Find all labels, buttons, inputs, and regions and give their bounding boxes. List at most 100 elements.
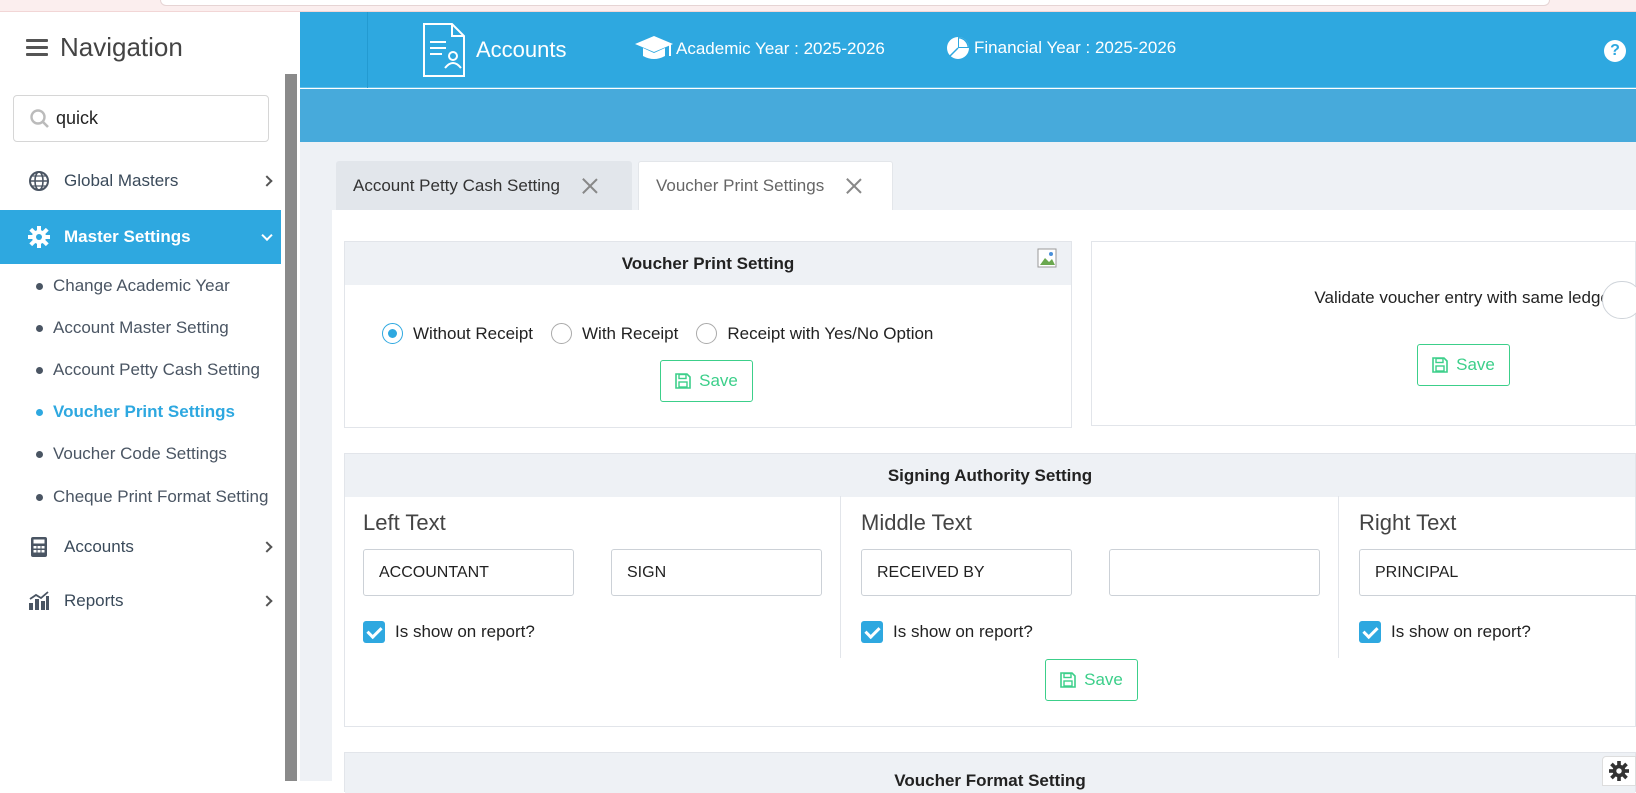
address-bar-edge	[160, 0, 1550, 6]
checkbox-label: Is show on report?	[395, 622, 535, 641]
radio-label: Without Receipt	[413, 323, 533, 343]
sidebar-scrollbar[interactable]	[285, 74, 297, 781]
card-title: Signing Authority Setting	[345, 454, 1635, 497]
column-divider	[1338, 496, 1339, 658]
document-user-icon	[423, 23, 465, 77]
search-icon	[30, 108, 49, 128]
submenu-cheque-print-format-setting[interactable]: Cheque Print Format Setting	[36, 487, 282, 507]
save-voucher-print-button[interactable]: Save	[660, 360, 753, 402]
radio-without-receipt[interactable]: Without Receipt	[382, 323, 533, 344]
submenu-label: Cheque Print Format Setting	[53, 487, 269, 506]
chevron-down-icon	[261, 229, 273, 242]
menu-label: Reports	[64, 591, 124, 610]
menu-label: Master Settings	[64, 227, 191, 246]
tab-label: Voucher Print Settings	[656, 176, 825, 195]
validate-question: Validate voucher entry with same ledger?	[1314, 288, 1625, 307]
header-divider	[367, 12, 368, 88]
calculator-icon	[28, 536, 50, 558]
gear-icon	[28, 226, 50, 248]
save-label: Save	[1084, 670, 1123, 689]
left-text-line1-input[interactable]	[363, 549, 574, 596]
checkbox-label: Is show on report?	[1391, 622, 1531, 641]
radio-label: Receipt with Yes/No Option	[727, 323, 934, 343]
submenu-label: Change Academic Year	[53, 276, 230, 295]
save-signing-button[interactable]: Save	[1045, 659, 1138, 701]
gear-icon	[1609, 761, 1629, 781]
bullet-icon	[36, 493, 43, 501]
middle-text-line2-input[interactable]	[1109, 549, 1320, 596]
bullet-icon	[36, 324, 43, 332]
close-icon[interactable]	[582, 178, 598, 194]
hamburger-icon[interactable]	[26, 38, 48, 57]
menu-master-settings[interactable]: Master Settings	[0, 210, 281, 264]
app-header: Accounts Academic Year : 2025-2026 Finan…	[300, 12, 1636, 88]
close-icon[interactable]	[846, 178, 862, 194]
save-label: Save	[699, 371, 738, 390]
menu-label: Accounts	[64, 537, 134, 556]
left-show-on-report[interactable]: Is show on report?	[363, 621, 535, 643]
receipt-radio-group: Without Receipt With Receipt Receipt wit…	[382, 323, 951, 344]
chevron-right-icon	[261, 541, 273, 553]
checkbox-checked-icon[interactable]	[363, 621, 385, 643]
radio-empty-icon[interactable]	[551, 323, 572, 344]
tab-account-petty-cash-setting[interactable]: Account Petty Cash Setting	[336, 161, 632, 210]
column-divider	[840, 496, 841, 658]
submenu-label: Account Master Setting	[53, 318, 229, 337]
menu-global-masters[interactable]: Global Masters	[0, 154, 281, 208]
chevron-right-icon	[261, 175, 273, 187]
left-text-title: Left Text	[363, 510, 446, 535]
radio-receipt-yes-no[interactable]: Receipt with Yes/No Option	[696, 323, 933, 344]
menu-accounts[interactable]: Accounts	[0, 520, 281, 574]
sidebar-search[interactable]	[13, 95, 269, 142]
financial-year-text: Financial Year : 2025-2026	[974, 38, 1177, 57]
submenu-account-master-setting[interactable]: Account Master Setting	[36, 318, 229, 338]
left-text-line2-input[interactable]	[611, 549, 822, 596]
module-title[interactable]: Accounts	[420, 22, 567, 78]
save-validate-button[interactable]: Save	[1417, 344, 1510, 386]
submenu-label: Voucher Print Settings	[53, 402, 235, 421]
radio-with-receipt[interactable]: With Receipt	[551, 323, 678, 344]
floppy-disk-icon	[1432, 357, 1448, 373]
nav-title: Navigation	[60, 32, 183, 62]
scrollbar-thumb[interactable]	[285, 74, 297, 781]
sidebar: Navigation	[0, 12, 300, 781]
floppy-disk-icon	[1060, 672, 1076, 688]
financial-year[interactable]: Financial Year : 2025-2026	[946, 36, 1176, 60]
browser-top-strip	[0, 0, 1636, 12]
checkbox-checked-icon[interactable]	[861, 621, 883, 643]
bullet-icon	[36, 282, 43, 290]
submenu-voucher-code-settings[interactable]: Voucher Code Settings	[36, 444, 227, 464]
search-input[interactable]	[56, 108, 256, 129]
submenu-change-academic-year[interactable]: Change Academic Year	[36, 276, 230, 296]
right-show-on-report[interactable]: Is show on report?	[1359, 621, 1531, 643]
checkbox-checked-icon[interactable]	[1359, 621, 1381, 643]
submenu-voucher-print-settings[interactable]: Voucher Print Settings	[36, 402, 235, 422]
menu-reports[interactable]: Reports	[0, 574, 281, 628]
sub-header-bar	[300, 89, 1636, 142]
card-title: Voucher Format Setting	[345, 753, 1635, 793]
bullet-icon	[36, 450, 43, 458]
tab-label: Account Petty Cash Setting	[353, 175, 560, 195]
middle-text-line1-input[interactable]	[861, 549, 1072, 596]
middle-show-on-report[interactable]: Is show on report?	[861, 621, 1033, 643]
module-name: Accounts	[476, 37, 567, 62]
bullet-icon	[36, 408, 43, 416]
chevron-right-icon	[261, 595, 273, 607]
help-icon[interactable]: ?	[1604, 40, 1626, 62]
globe-icon	[28, 170, 50, 192]
radio-selected-icon[interactable]	[382, 323, 403, 344]
submenu-account-petty-cash-setting[interactable]: Account Petty Cash Setting	[36, 360, 260, 380]
settings-fab[interactable]	[1602, 756, 1636, 786]
floppy-disk-icon	[675, 373, 691, 389]
submenu-label: Voucher Code Settings	[53, 444, 227, 463]
middle-text-title: Middle Text	[861, 510, 972, 535]
academic-year[interactable]: Academic Year : 2025-2026	[634, 34, 885, 64]
bar-chart-icon	[28, 590, 50, 612]
radio-empty-icon[interactable]	[696, 323, 718, 344]
submenu-label: Account Petty Cash Setting	[53, 360, 260, 379]
broken-image-icon	[1037, 248, 1059, 270]
right-text-line1-input[interactable]	[1359, 549, 1636, 596]
tab-voucher-print-settings[interactable]: Voucher Print Settings	[638, 161, 893, 210]
validate-toggle-switch[interactable]	[1602, 281, 1636, 319]
voucher-format-card: Voucher Format Setting	[344, 752, 1636, 793]
